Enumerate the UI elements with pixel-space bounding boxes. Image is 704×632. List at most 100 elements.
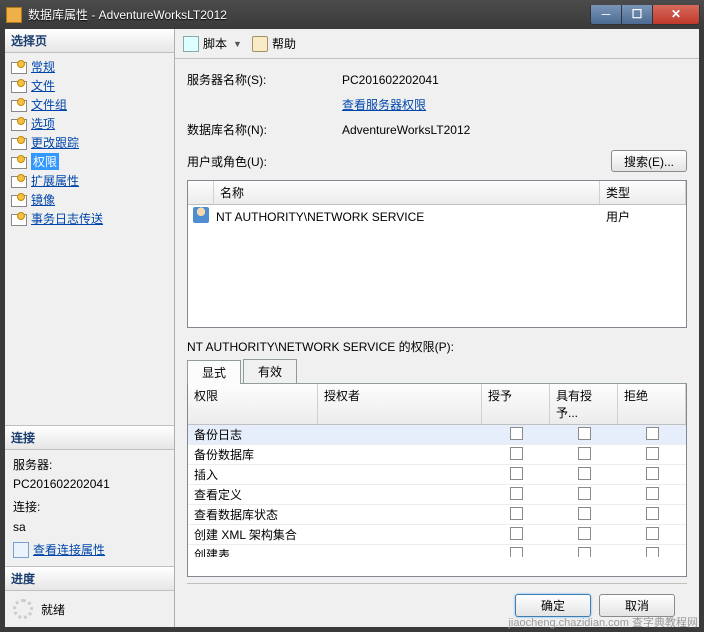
col-type[interactable]: 类型 [600, 181, 686, 204]
perm-row[interactable]: 创建表 [188, 545, 686, 557]
perm-row[interactable]: 备份日志 [188, 425, 686, 445]
perm-name: 备份数据库 [188, 446, 318, 463]
progress-status: 就绪 [41, 601, 65, 618]
page-icon [11, 79, 27, 93]
col-grant[interactable]: 授予 [482, 384, 550, 424]
db-name-label: 数据库名称(N): [187, 121, 342, 138]
deny-checkbox[interactable] [646, 487, 659, 500]
grant-checkbox[interactable] [510, 527, 523, 540]
grant-checkbox[interactable] [510, 547, 523, 558]
right-pane: 脚本 ▼ 帮助 服务器名称(S): PC201602202041 查看服务器权限… [175, 29, 699, 627]
nav-label: 更改跟踪 [31, 134, 79, 151]
nav-item-事务日志传送[interactable]: 事务日志传送 [5, 209, 174, 228]
nav-item-文件组[interactable]: 文件组 [5, 95, 174, 114]
with-grant-checkbox[interactable] [578, 447, 591, 460]
perm-row[interactable]: 备份数据库 [188, 445, 686, 465]
users-grid[interactable]: 名称 类型 NT AUTHORITY\NETWORK SERVICE用户 [187, 180, 687, 328]
script-dropdown-icon[interactable]: ▼ [233, 39, 242, 49]
with-grant-checkbox[interactable] [578, 427, 591, 440]
deny-checkbox[interactable] [646, 527, 659, 540]
perm-row[interactable]: 插入 [188, 465, 686, 485]
select-page-header: 选择页 [5, 29, 174, 53]
page-icon [11, 60, 27, 74]
col-grantor[interactable]: 授权者 [318, 384, 482, 424]
connection-section: 连接 服务器: PC201602202041 连接: sa 查看连接属性 [5, 425, 174, 566]
perm-row[interactable]: 查看定义 [188, 485, 686, 505]
nav-item-镜像[interactable]: 镜像 [5, 190, 174, 209]
deny-checkbox[interactable] [646, 447, 659, 460]
tab-explicit[interactable]: 显式 [187, 360, 241, 384]
perm-row[interactable]: 创建 XML 架构集合 [188, 525, 686, 545]
perm-name: 创建 XML 架构集合 [188, 526, 318, 543]
perm-name: 备份日志 [188, 426, 318, 443]
view-connection-link[interactable]: 查看连接属性 [33, 541, 105, 560]
nav-label: 选项 [31, 115, 55, 132]
nav-item-选项[interactable]: 选项 [5, 114, 174, 133]
permissions-grid[interactable]: 权限 授权者 授予 具有授予... 拒绝 备份日志备份数据库插入查看定义查看数据… [187, 384, 687, 577]
perm-tabs: 显式 有效 [187, 359, 687, 384]
page-icon [11, 193, 27, 207]
connection-header: 连接 [5, 426, 174, 450]
connection-icon [13, 542, 29, 558]
page-icon [11, 155, 27, 169]
window-body: 选择页 常规文件文件组选项更改跟踪权限扩展属性镜像事务日志传送 连接 服务器: … [0, 29, 704, 632]
nav-label: 文件组 [31, 96, 67, 113]
grant-checkbox[interactable] [510, 507, 523, 520]
tab-effective[interactable]: 有效 [243, 359, 297, 383]
user-row[interactable]: NT AUTHORITY\NETWORK SERVICE用户 [188, 205, 686, 228]
help-icon [252, 36, 268, 52]
grant-checkbox[interactable] [510, 447, 523, 460]
perm-grid-header: 权限 授权者 授予 具有授予... 拒绝 [188, 384, 686, 425]
server-name-value: PC201602202041 [342, 73, 687, 87]
nav-label: 文件 [31, 77, 55, 94]
nav-label: 常规 [31, 58, 55, 75]
col-name[interactable]: 名称 [214, 181, 600, 204]
server-label: 服务器: [13, 456, 166, 475]
nav-label: 事务日志传送 [31, 210, 103, 227]
maximize-button[interactable]: ☐ [621, 5, 653, 25]
deny-checkbox[interactable] [646, 507, 659, 520]
permissions-label: NT AUTHORITY\NETWORK SERVICE 的权限(P): [187, 338, 687, 355]
col-with-grant[interactable]: 具有授予... [550, 384, 618, 424]
page-icon [11, 212, 27, 226]
content-area: 服务器名称(S): PC201602202041 查看服务器权限 数据库名称(N… [175, 59, 699, 627]
deny-checkbox[interactable] [646, 427, 659, 440]
page-icon [11, 98, 27, 112]
nav-item-文件[interactable]: 文件 [5, 76, 174, 95]
nav-item-扩展属性[interactable]: 扩展属性 [5, 171, 174, 190]
nav-item-常规[interactable]: 常规 [5, 57, 174, 76]
perm-row[interactable]: 查看数据库状态 [188, 505, 686, 525]
deny-checkbox[interactable] [646, 467, 659, 480]
window-title: 数据库属性 - AdventureWorksLT2012 [28, 6, 591, 23]
search-button[interactable]: 搜索(E)... [611, 150, 687, 172]
server-value: PC201602202041 [13, 475, 166, 494]
app-icon [6, 7, 22, 23]
deny-checkbox[interactable] [646, 547, 659, 558]
view-server-permissions-link[interactable]: 查看服务器权限 [342, 96, 426, 113]
nav-label: 扩展属性 [31, 172, 79, 189]
close-button[interactable]: ✕ [652, 5, 700, 25]
with-grant-checkbox[interactable] [578, 467, 591, 480]
script-button[interactable]: 脚本 [203, 35, 227, 52]
nav-item-更改跟踪[interactable]: 更改跟踪 [5, 133, 174, 152]
left-pane: 选择页 常规文件文件组选项更改跟踪权限扩展属性镜像事务日志传送 连接 服务器: … [5, 29, 175, 627]
nav-item-权限[interactable]: 权限 [5, 152, 174, 171]
minimize-button[interactable]: ─ [590, 5, 622, 25]
with-grant-checkbox[interactable] [578, 487, 591, 500]
page-icon [11, 174, 27, 188]
col-deny[interactable]: 拒绝 [618, 384, 686, 424]
grant-checkbox[interactable] [510, 467, 523, 480]
grant-checkbox[interactable] [510, 487, 523, 500]
with-grant-checkbox[interactable] [578, 507, 591, 520]
with-grant-checkbox[interactable] [578, 527, 591, 540]
help-button[interactable]: 帮助 [272, 35, 296, 52]
col-permission[interactable]: 权限 [188, 384, 318, 424]
users-grid-header: 名称 类型 [188, 181, 686, 205]
conn-label: 连接: [13, 498, 166, 517]
perm-name: 查看定义 [188, 486, 318, 503]
nav-list: 常规文件文件组选项更改跟踪权限扩展属性镜像事务日志传送 [5, 53, 174, 232]
with-grant-checkbox[interactable] [578, 547, 591, 558]
grant-checkbox[interactable] [510, 427, 523, 440]
progress-ring-icon [13, 599, 33, 619]
user-type: 用户 [600, 208, 686, 225]
